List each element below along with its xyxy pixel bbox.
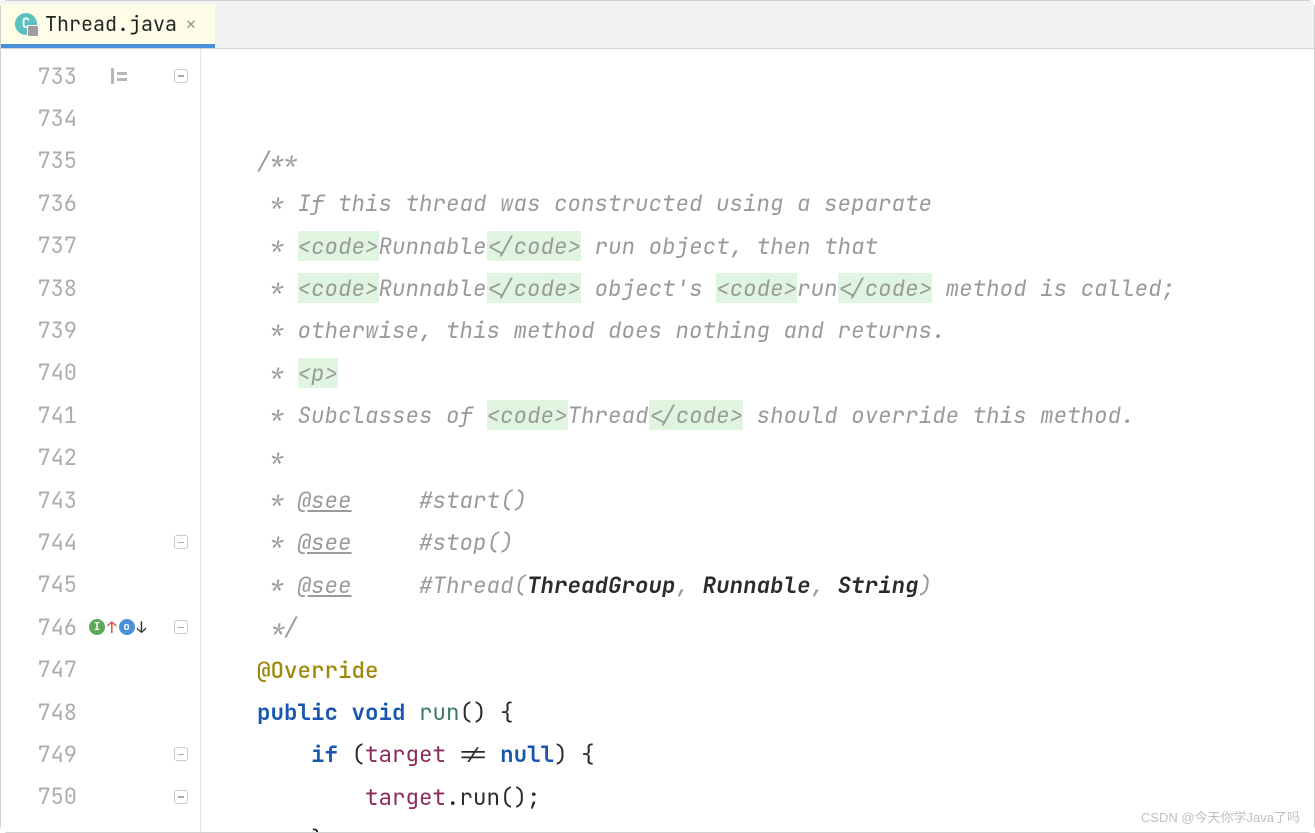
code-editor[interactable]: 733 734 735 736 737 738 739 740 741 742 743 744 745 7… — [1, 49, 1314, 832]
gutter-row: 736 — [1, 182, 201, 224]
editor-tab[interactable]: C Thread.java × — [1, 4, 215, 48]
gutter-row: 750 — [1, 776, 201, 818]
fold-handle[interactable] — [171, 747, 191, 761]
code-line[interactable]: * — [257, 437, 1314, 479]
gutter-row: 744 — [1, 521, 201, 563]
gutter-row: 739 — [1, 309, 201, 351]
gutter-row: 738 — [1, 267, 201, 309]
gutter-row: 743 — [1, 479, 201, 521]
code-line[interactable]: * @see #Thread(ThreadGroup, Runnable, St… — [257, 564, 1314, 606]
tab-bar: C Thread.java × — [1, 1, 1314, 49]
code-line[interactable]: * Subclasses of <code>Thread</code> shou… — [257, 394, 1314, 436]
override-icon[interactable]: o — [119, 619, 135, 635]
gutter-row: 737 — [1, 225, 201, 267]
tab-label: Thread.java — [45, 11, 177, 37]
fold-handle[interactable] — [171, 790, 191, 804]
line-number: 749 — [1, 740, 85, 769]
line-number: 745 — [1, 570, 85, 599]
line-number: 750 — [1, 782, 85, 811]
code-line[interactable]: * @see #start() — [257, 479, 1314, 521]
arrow-up-icon: ↑ — [107, 617, 117, 638]
line-number: 739 — [1, 316, 85, 345]
gutter-row: 740 — [1, 352, 201, 394]
code-line[interactable]: * @see #stop() — [257, 521, 1314, 563]
gutter-row: 735 — [1, 140, 201, 182]
line-number: 740 — [1, 358, 85, 387]
java-class-icon: C — [15, 13, 37, 35]
gutter-row: 747 — [1, 648, 201, 690]
watermark: CSDN @今天你学Java了吗 — [1141, 807, 1300, 826]
fold-handle[interactable] — [171, 535, 191, 549]
gutter-row: 745 — [1, 564, 201, 606]
code-line[interactable]: @Override — [257, 649, 1314, 691]
gutter-row: 741 — [1, 394, 201, 436]
code-area[interactable]: /** * If this thread was constructed usi… — [201, 49, 1314, 832]
line-number: 736 — [1, 189, 85, 218]
line-number: 742 — [1, 443, 85, 472]
close-icon[interactable]: × — [185, 11, 197, 37]
code-line[interactable]: * If this thread was constructed using a… — [257, 182, 1314, 224]
gutter-row: 749 — [1, 733, 201, 775]
arrow-down-icon: ↓ — [137, 617, 147, 638]
line-number: 743 — [1, 486, 85, 515]
gutter-row: 734 — [1, 97, 201, 139]
line-number: 738 — [1, 274, 85, 303]
gutter: 733 734 735 736 737 738 739 740 741 742 743 744 745 7… — [1, 49, 201, 832]
line-number: 741 — [1, 401, 85, 430]
implements-icon[interactable]: I — [89, 619, 105, 635]
fold-handle[interactable] — [171, 620, 191, 634]
line-number: 733 — [1, 62, 85, 91]
line-number: 737 — [1, 231, 85, 260]
line-number: 734 — [1, 104, 85, 133]
fold-handle[interactable] — [171, 69, 191, 83]
code-line[interactable]: * <code>Runnable</code> object's <code>r… — [257, 267, 1314, 309]
code-line[interactable]: public void run() { — [257, 691, 1314, 733]
gutter-row: 748 — [1, 691, 201, 733]
line-number: 735 — [1, 146, 85, 175]
line-number: 748 — [1, 698, 85, 727]
outline-icon[interactable] — [111, 68, 127, 84]
override-implements-markers[interactable]: I↑ o↓ — [89, 617, 146, 638]
line-number: 746 — [1, 613, 85, 642]
gutter-row: 742 — [1, 437, 201, 479]
code-line[interactable]: */ — [257, 606, 1314, 648]
line-number: 747 — [1, 655, 85, 684]
line-number: 744 — [1, 528, 85, 557]
gutter-row: 746I↑ o↓ — [1, 606, 201, 648]
code-line[interactable]: * <code>Runnable</code> run object, then… — [257, 225, 1314, 267]
code-line[interactable]: * otherwise, this method does nothing an… — [257, 309, 1314, 351]
code-line[interactable]: * <p> — [257, 352, 1314, 394]
code-line[interactable]: /** — [257, 140, 1314, 182]
code-line[interactable]: if (target != null) { — [257, 733, 1314, 775]
gutter-row: 733 — [1, 55, 201, 97]
